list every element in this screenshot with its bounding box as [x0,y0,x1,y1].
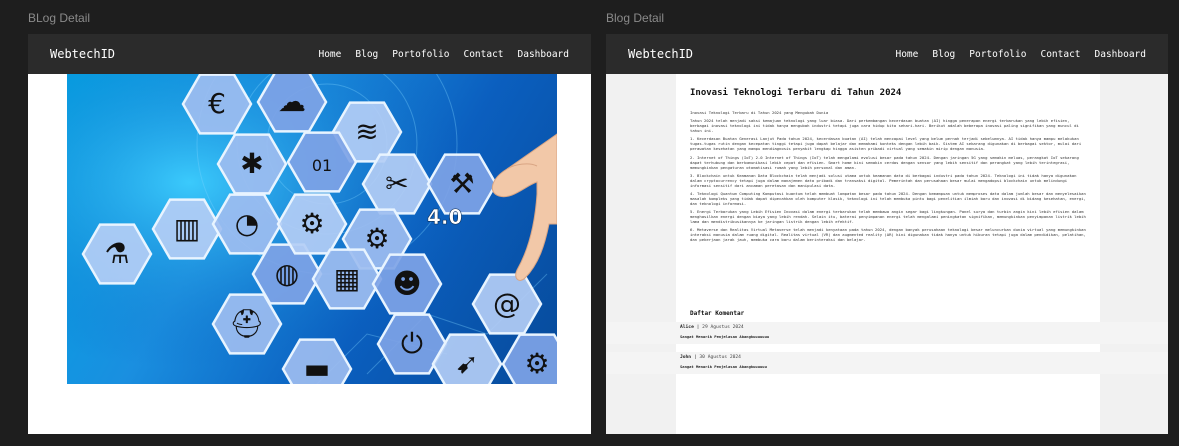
gears-icon: ⚙ [364,222,389,255]
nav-home-link[interactable]: Home [318,49,341,60]
comment-text: Sangat Menarik Penjelasan Abangkuuuuuu [680,364,767,369]
nav-contact-link[interactable]: Contact [1040,49,1080,60]
comment-header: John | 30 Agustus 2024 [680,355,1094,360]
comment-header: Alice | 29 Agustus 2024 [680,325,1094,330]
brand-logo[interactable]: WebtechID [628,47,693,61]
hero-illustration: € ☁≋✱ 01✂⚙⚒▥ ◔◍⚙▦ ☻⚗⛑⏻@▬ ⚙➹ 4.0 [67,74,557,384]
nav-links: Home Blog Portofolio Contact Dashboard [895,49,1146,60]
nav-blog-link[interactable]: Blog [932,49,955,60]
article-paragraph: 6. Metaverse dan Realitas Virtual Metave… [690,227,1086,243]
frame-label-blog-detail-2: Blog Detail [606,11,665,25]
head-gear-icon: ☻ [392,267,421,300]
truck-icon: ▬ [304,352,330,384]
nav-home-link[interactable]: Home [895,49,918,60]
article-paragraph: 3. Blockchain untuk Keamanan Data Blockc… [690,172,1077,188]
comment-item: Alice | 29 Agustus 2024 Sangat Menarik P… [606,322,1168,344]
blog-detail-frame-article: WebtechID Home Blog Portofolio Contact D… [606,34,1168,434]
nav-contact-link[interactable]: Contact [463,49,503,60]
chip-icon: ▦ [334,262,360,295]
comment-item: John | 30 Agustus 2024 Sangat Menarik Pe… [606,352,1168,374]
nav-portofolio-link[interactable]: Portofolio [969,49,1026,60]
navbar: WebtechID Home Blog Portofolio Contact D… [28,34,591,74]
world-map-icon: ◍ [275,257,299,290]
navbar: WebtechID Home Blog Portofolio Contact D… [606,34,1168,74]
article-paragraph: 4. Teknologi Quantum Computing Komputasi… [690,190,1086,206]
nav-portofolio-link[interactable]: Portofolio [392,49,449,60]
comment-date: 30 Agustus 2024 [699,355,741,360]
nav-dashboard-link[interactable]: Dashboard [1095,49,1146,60]
nav-links: Home Blog Portofolio Contact Dashboard [318,49,569,60]
article-card: Inovasi Teknologi Terbaru di Tahun 2024 … [676,74,1100,434]
article-paragraph: 2. Internet of Things (IoT) 2.0 Internet… [690,154,1079,170]
tools-icon: ✂ [385,167,408,200]
binary-icon: 01 [312,156,332,175]
brand-logo[interactable]: WebtechID [50,47,115,61]
article-paragraph: 1. Kecerdasan Buatan Generasi Lanjut Pad… [690,136,1082,152]
runner-icon: ➹ [455,347,478,380]
euro-icon: € [208,87,226,120]
blog-detail-frame-image: WebtechID Home Blog Portofolio Contact D… [28,34,591,434]
comment-author: John [680,355,692,360]
industry-badge: 4.0 [427,205,462,229]
hero-image: € ☁ ≋ ✱ 01 ✂ ⚙ ⚒ ▥ ◔ ◍ ⚙ ▦ ☻ ⚗ ⛑ ⏻ @ ▬ ⚙ ➹ 4.0 [67,74,557,384]
article-paragraph: Tahun 2024 telah menjadi saksi kemajuan … [690,118,1079,134]
robot-arm-icon: ⚙ [524,347,549,380]
lightbulb-icon: ✱ [240,147,263,180]
comment-author: Alice [680,325,694,330]
engineer-icon: ⛑ [229,307,265,340]
article-paragraph: Inovasi Teknologi Terbaru di Tahun 2024 … [690,110,829,115]
factory-icon: ▥ [174,212,200,245]
article-body: Inovasi Teknologi Terbaru di Tahun 2024 … [690,110,1088,246]
article-title: Inovasi Teknologi Terbaru di Tahun 2024 [690,88,902,98]
article-paragraph: 5. Energi Terbarukan yang Lebih Efisien … [690,209,1086,225]
comment-text: Sangat Menarik Penjelasan Abangkuuuuuuu [680,334,770,339]
flask-icon: ⚗ [104,237,129,270]
wifi-icon: ≋ [355,115,378,148]
workers-icon: ⚒ [449,167,474,200]
comment-date: 29 Agustus 2024 [702,325,744,330]
nav-blog-link[interactable]: Blog [355,49,378,60]
gear-icon: ⚙ [299,207,324,240]
plug-icon: ⏻ [401,327,423,360]
pie-chart-icon: ◔ [235,207,259,240]
cloud-icon: ☁ [278,85,306,118]
frame-label-blog-detail-1: BLog Detail [28,11,91,25]
at-icon: @ [493,287,521,320]
nav-dashboard-link[interactable]: Dashboard [518,49,569,60]
comments-title: Daftar Komentar [690,310,745,317]
